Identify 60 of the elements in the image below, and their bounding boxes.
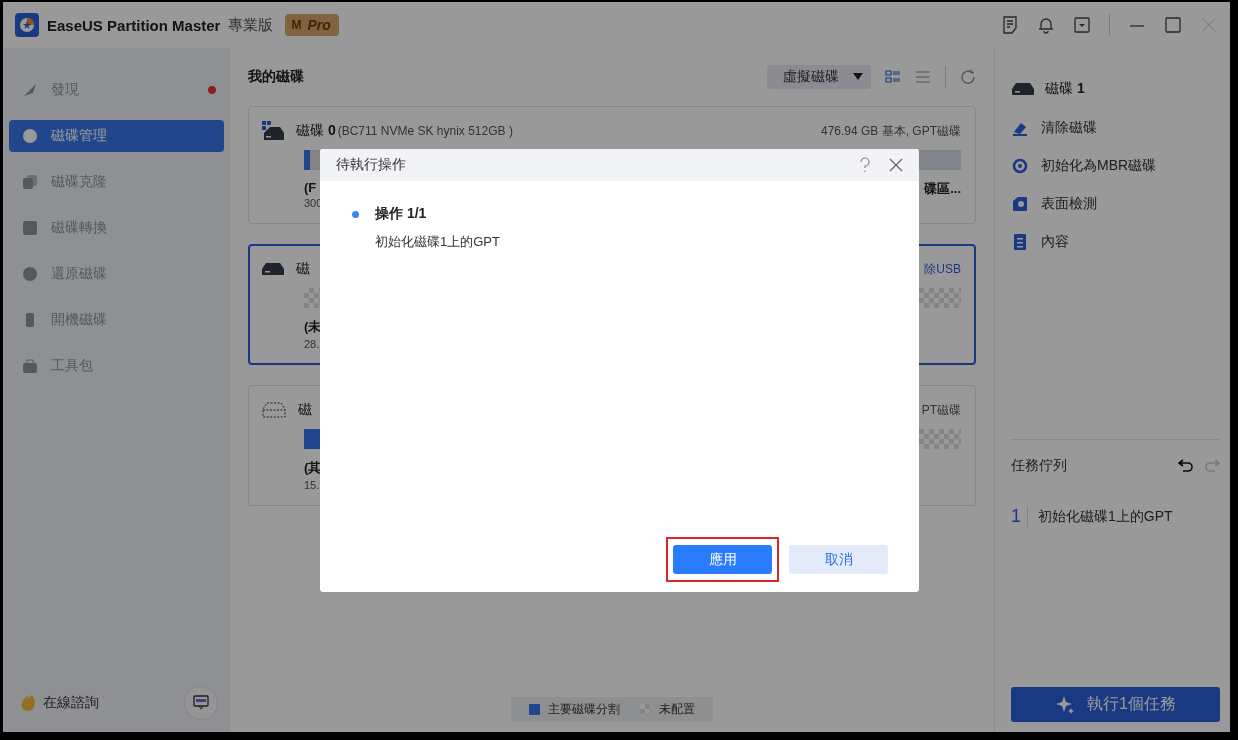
disk-info: 除USB [924, 260, 961, 278]
operation-text: 初始化磁碟1上的GPT [375, 233, 500, 251]
consult-link[interactable]: 在線諮詢 [19, 693, 99, 713]
sidebar-item[interactable]: 磁碟管理 [9, 120, 224, 152]
queue-task: 初始化磁碟1上的GPT [1038, 507, 1173, 526]
disk-title: 磁碟 0 [296, 122, 336, 140]
app-title: EaseUS Partition Master [47, 16, 221, 34]
system-disk-icon [262, 121, 284, 141]
dialog-title: 待執行操作 [336, 156, 406, 174]
apply-button[interactable]: 應用 [673, 545, 772, 574]
edition-label: 專業版 [228, 15, 274, 35]
queue-number: 1 [1011, 506, 1028, 527]
legend-label: 主要磁碟分割 [548, 701, 620, 718]
bullet-icon [352, 211, 359, 218]
virtual-disk-dropdown[interactable]: 虛擬磁碟 [767, 65, 871, 89]
disk-title: 磁 [296, 260, 310, 278]
close-icon[interactable] [889, 158, 903, 172]
chat-icon [192, 694, 210, 712]
queue-title: 任務佇列 [1011, 457, 1067, 475]
notes-icon[interactable] [1001, 16, 1019, 34]
disk-title: 磁 [298, 401, 312, 419]
help-icon[interactable] [859, 157, 871, 173]
cancel-button[interactable]: 取消 [789, 545, 888, 574]
bell-icon[interactable] [1037, 16, 1055, 34]
maximize-icon[interactable] [1164, 16, 1182, 34]
execute-button[interactable]: 執行1個任務 [1011, 687, 1220, 722]
operation-heading: 操作 1/1 [375, 205, 428, 223]
disk-action[interactable]: 初始化為MBR磁碟 [1011, 156, 1220, 175]
chat-button[interactable] [184, 686, 218, 720]
scan-icon [1011, 194, 1029, 213]
disk-model: (BC711 NVMe SK hynix 512GB ) [337, 124, 513, 138]
disk-info: 476.94 GB 基本, GPT磁碟 [820, 122, 961, 140]
pro-badge: M Pro [285, 14, 339, 36]
selected-disk-title: 磁碟 1 [1045, 80, 1085, 98]
caret-icon [853, 73, 863, 81]
partition-name: (其 [304, 459, 322, 477]
disk-action[interactable]: 清除磁碟 [1011, 118, 1220, 137]
properties-icon [1011, 232, 1029, 251]
partition-name: 碟區... [924, 180, 961, 198]
partition-name: (未 [304, 318, 322, 336]
partition-size: 28. [304, 338, 321, 350]
disk-action[interactable]: 內容 [1011, 232, 1220, 251]
legend-label: 未配置 [659, 701, 695, 718]
section-title: 我的磁碟 [248, 68, 304, 86]
dropdown-menu-icon[interactable] [1073, 16, 1091, 34]
partition-size: 15. [304, 479, 321, 491]
undo-icon[interactable] [1178, 458, 1194, 474]
drive-icon [1011, 82, 1035, 96]
grid-view-icon[interactable] [885, 69, 901, 85]
toolkit-icon [21, 357, 39, 375]
partition-name: (F [304, 180, 318, 195]
sparkle-icon [1055, 694, 1076, 715]
drive-outline-icon [262, 402, 286, 418]
init-icon [1011, 156, 1029, 175]
disk-info: PT磁碟 [921, 401, 961, 419]
legend-swatch [529, 704, 540, 715]
refresh-icon[interactable] [960, 69, 976, 85]
disk-action[interactable]: 表面檢測 [1011, 194, 1220, 213]
drive-icon [262, 262, 284, 276]
app-logo-icon [15, 13, 39, 37]
